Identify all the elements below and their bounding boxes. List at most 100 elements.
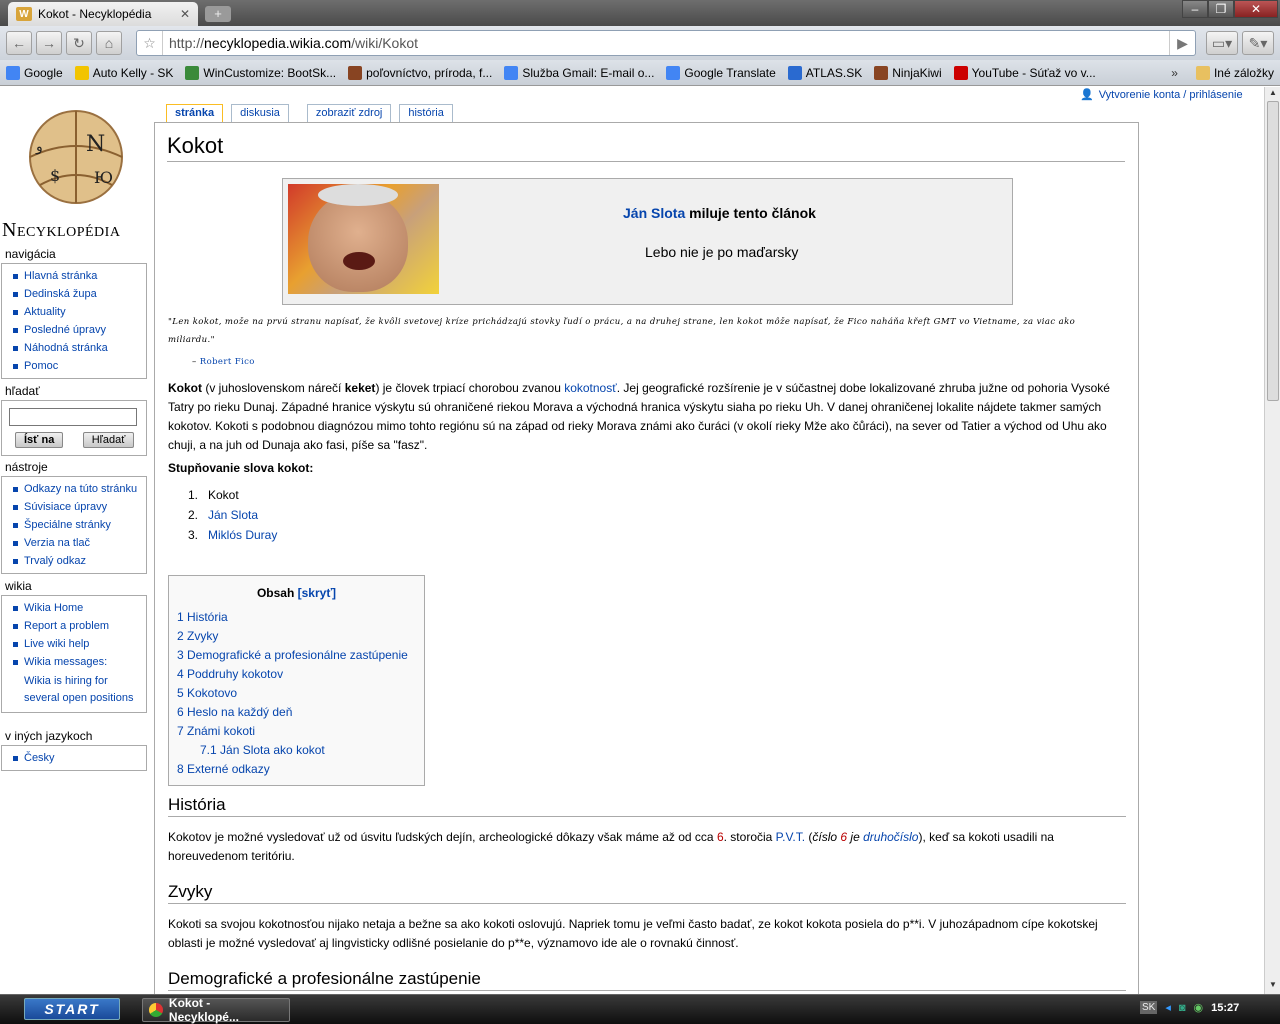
customs-paragraph: Kokoti sa svojou kokotnosťou nijako neta… [168, 917, 1098, 950]
sidebar-nav-item[interactable]: Pomoc [12, 357, 142, 375]
druhocislo-link[interactable]: druhočíslo [863, 830, 918, 844]
minimize-button[interactable]: – [1182, 0, 1208, 18]
web-page: 👤 Vytvorenie konta / prihlásenie N $ Ю و… [0, 87, 1264, 994]
bookmark-item[interactable]: poľovníctvo, príroda, f... [342, 65, 498, 80]
toc-item[interactable]: 4 Poddruhy kokotov [177, 665, 416, 684]
sidebar-nav-item[interactable]: Náhodná stránka [12, 339, 142, 357]
new-tab-button[interactable]: + [205, 6, 231, 22]
go-arrow-icon[interactable]: ▶ [1169, 31, 1195, 55]
toc-item[interactable]: 6 Heslo na každý deň [177, 703, 416, 722]
bookmark-item[interactable]: Google [0, 65, 69, 80]
toc-hide-link[interactable]: [skryť] [298, 586, 336, 600]
bookmark-item[interactable]: Google Translate [660, 65, 781, 80]
url-text[interactable]: http://necyklopedia.wikia.com/wiki/Kokot [163, 35, 418, 51]
kokotnost-link[interactable]: kokotnosť [564, 381, 617, 395]
list-link[interactable]: Ján Slota [208, 508, 258, 522]
sidebar-tool-item[interactable]: Špeciálne stránky [12, 516, 142, 534]
scroll-up-icon[interactable]: ▲ [1265, 88, 1280, 100]
page-menu-button[interactable]: ▭▾ [1206, 31, 1238, 55]
other-bookmarks[interactable]: » Iné záložky [1165, 65, 1280, 80]
volume-icon[interactable]: ◉ [1194, 1001, 1204, 1014]
sidebar-tool-item[interactable]: Odkazy na túto stránku [12, 480, 142, 498]
folder-icon [1195, 65, 1210, 80]
close-tab-icon[interactable]: ✕ [180, 7, 190, 21]
browser-tab[interactable]: W Kokot - Necyklopédia ✕ [8, 2, 198, 26]
sidebar-nav-item[interactable]: Hlavná stránka [12, 267, 142, 285]
toc-item[interactable]: 7 Známi kokoti [177, 722, 416, 741]
sidebar-wikia-item[interactable]: Wikia messages: [12, 653, 142, 671]
comparison-list: 1. Kokot 2. Ján Slota 3. Miklós Duray [188, 485, 277, 545]
bookmark-item[interactable]: Auto Kelly - SK [69, 65, 180, 80]
page-tab[interactable]: stránka [166, 104, 224, 122]
bookmark-label: poľovníctvo, príroda, f... [366, 65, 493, 80]
page-tab[interactable]: história [399, 104, 453, 122]
list-number: 1. [188, 488, 199, 502]
bookmark-favicon-icon [348, 65, 363, 80]
sidebar-tool-item[interactable]: Súvisiace úpravy [12, 498, 142, 516]
scroll-down-icon[interactable]: ▼ [1265, 980, 1280, 992]
robert-fico-link[interactable]: Robert Fico [200, 357, 255, 367]
sidebar-nav-item[interactable]: Aktuality [12, 303, 142, 321]
toc-item[interactable]: 5 Kokotovo [177, 684, 416, 703]
sidebar-wikia-item[interactable]: Report a problem [12, 617, 142, 635]
bookmark-item[interactable]: Služba Gmail: E-mail o... [498, 65, 660, 80]
search-input[interactable] [9, 408, 137, 426]
address-bar[interactable]: ☆ http://necyklopedia.wikia.com/wiki/Kok… [136, 30, 1196, 56]
sidebar-nav-item[interactable]: Dedinská župa [12, 285, 142, 303]
quote-author: – Robert Fico [192, 357, 255, 367]
sidebar-tool-item[interactable]: Verzia na tlač [12, 534, 142, 552]
restore-button[interactable]: ❐ [1208, 0, 1234, 18]
overflow-chevron-icon[interactable]: » [1171, 66, 1178, 80]
sidebar-language-item[interactable]: Česky [12, 749, 142, 767]
list-number: 3. [188, 528, 199, 542]
user-links: 👤 Vytvorenie konta / prihlásenie [1080, 88, 1243, 102]
wrench-menu-button[interactable]: ✎▾ [1242, 31, 1274, 55]
table-of-contents: Obsah [skryť] 1 História 2 Zvyky 3 Demogra… [168, 575, 425, 786]
forward-button[interactable]: → [36, 31, 62, 55]
network-icon[interactable]: ◙ [1179, 1002, 1186, 1014]
jan-slota-link[interactable]: Ján Slota [623, 205, 685, 221]
bookmark-item[interactable]: NinjaKiwi [868, 65, 947, 80]
wikia-hiring-link[interactable]: Wikia is hiring for several open positio… [12, 671, 142, 709]
page-title: Kokot [167, 133, 1125, 162]
close-window-button[interactable]: ✕ [1234, 0, 1278, 18]
number-6-link[interactable]: 6 [717, 830, 724, 844]
bookmark-item[interactable]: ATLAS.SK [782, 65, 868, 80]
toc-item[interactable]: 7.1 Ján Slota ako kokot [177, 741, 416, 760]
tab-title: Kokot - Necyklopédia [38, 7, 152, 21]
bookmark-item[interactable]: YouTube - Súťaž vo v... [948, 65, 1102, 80]
search-button[interactable]: Hľadať [82, 432, 135, 448]
bookmark-item[interactable]: WinCustomize: BootSk... [179, 65, 342, 80]
back-button[interactable]: ← [6, 31, 32, 55]
sidebar-wikia-item[interactable]: Live wiki help [12, 635, 142, 653]
sidebar-wikia-item[interactable]: Wikia Home [12, 599, 142, 617]
page-tab[interactable]: diskusia [231, 104, 289, 122]
toc-item[interactable]: 1 História [177, 608, 416, 627]
bookmark-favicon-icon [6, 65, 20, 80]
home-icon: ⌂ [104, 35, 114, 51]
toc-item[interactable]: 3 Demografické a profesionálne zastúpeni… [177, 646, 416, 665]
vertical-scrollbar[interactable]: ▲ ▼ [1264, 87, 1280, 994]
home-button[interactable]: ⌂ [96, 31, 122, 55]
start-button[interactable]: START [24, 998, 120, 1020]
tray-arrow-icon[interactable]: ◂ [1165, 1001, 1171, 1014]
sidebar-tool-item[interactable]: Trvalý odkaz [12, 552, 142, 570]
bookmark-label: Služba Gmail: E-mail o... [522, 65, 655, 80]
site-logo[interactable]: N $ Ю و Necyklopédia [0, 105, 152, 241]
clock[interactable]: 15:27 [1211, 1002, 1239, 1014]
bookmark-star-icon[interactable]: ☆ [137, 31, 163, 55]
language-indicator[interactable]: SK [1140, 1001, 1158, 1014]
list-link[interactable]: Miklós Duray [208, 528, 277, 542]
reload-button[interactable]: ↻ [66, 31, 92, 55]
demographics-heading: Demografické a profesionálne zastúpenie [168, 969, 1126, 991]
taskbar-browser-item[interactable]: Kokot - Necyklopé... [142, 996, 290, 1024]
scrollbar-thumb[interactable] [1267, 101, 1279, 401]
pvt-link[interactable]: P.V.T. [776, 830, 805, 844]
sidebar-nav-item[interactable]: Posledné úpravy [12, 321, 142, 339]
page-tab[interactable]: zobraziť zdroj [306, 104, 392, 122]
toc-item[interactable]: 8 Externé odkazy [177, 760, 416, 779]
go-button[interactable]: Ísť na [15, 432, 64, 448]
slota-photo[interactable] [288, 184, 439, 294]
toc-item[interactable]: 2 Zvyky [177, 627, 416, 646]
create-account-link[interactable]: Vytvorenie konta / prihlásenie [1099, 89, 1243, 101]
